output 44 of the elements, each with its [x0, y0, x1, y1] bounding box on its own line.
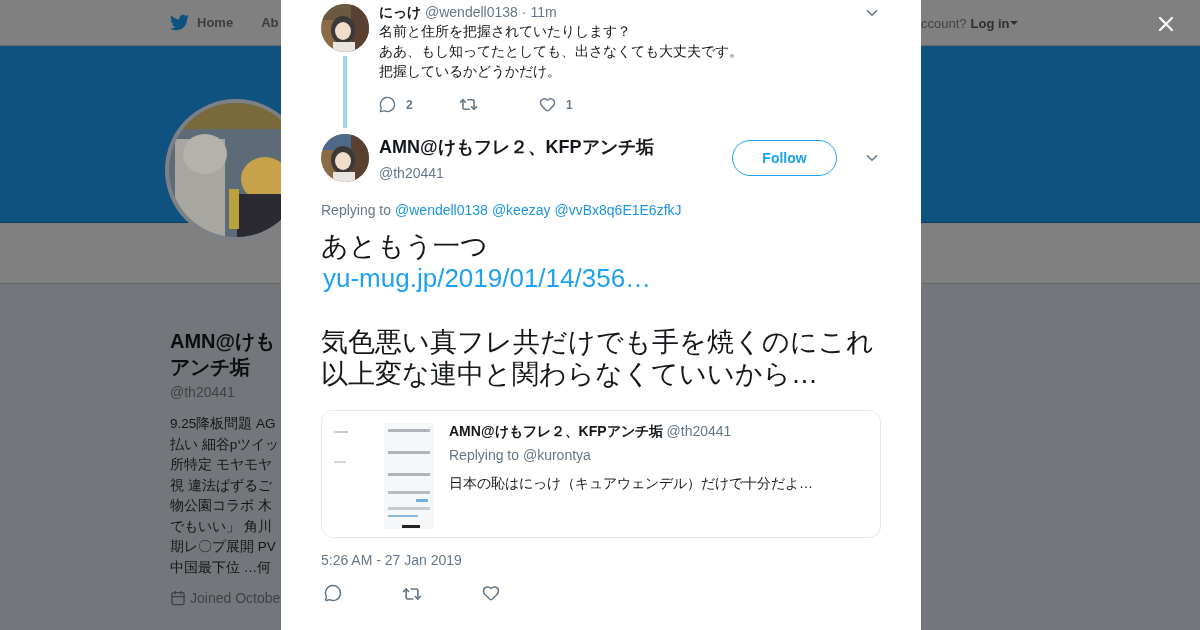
follow-button[interactable]: Follow	[732, 140, 837, 176]
tweet-text: 把握しているかどうかだけ。	[379, 62, 562, 81]
author-handle: @th20441	[379, 165, 445, 181]
profile-bio-line: 払い 細谷pツイッ	[170, 435, 281, 454]
tweet-text: ああ、もし知ってたとしても、出さなくても大丈夫です。	[379, 42, 744, 61]
login-prompt: ccount?	[921, 15, 967, 31]
profile-bio-line: 中国最下位 …何	[170, 558, 273, 577]
tweet-text: 名前と住所を把握されていたりします？	[379, 22, 632, 41]
calendar-icon	[170, 590, 186, 606]
quoted-text: 日本の恥はにっけ（キュアウェンデル）だけで十分だよ…	[449, 475, 813, 493]
profile-bio-line: でもいい」 角川	[170, 517, 273, 536]
reply-button[interactable]	[324, 584, 342, 604]
profile-bio-line: 9.25降板問題 AG	[170, 415, 277, 433]
profile-name: アンチ垢	[170, 355, 251, 380]
tweet-time: · 11m	[521, 4, 557, 20]
reply-count: 2	[406, 97, 413, 112]
profile-bio-line: 所特定 モヤモヤ	[170, 456, 273, 474]
author-name: AMN@けもフレ２、KFPアンチ垢	[449, 423, 663, 441]
author-handle: @th20441	[666, 423, 732, 441]
profile-bio-line: 期レ〇プ展開 PV	[170, 538, 277, 556]
nav-link[interactable]: Home	[170, 13, 234, 32]
replying-text: Replying to @kurontya	[449, 447, 592, 463]
mention-link[interactable]: @keezay	[491, 202, 551, 218]
nav-link[interactable]: Ab	[261, 15, 279, 30]
profile-bio-line: 視 違法ぱずるご	[170, 476, 273, 495]
login-link[interactable]: Log in	[970, 15, 1019, 31]
heart-icon[interactable]	[539, 96, 556, 113]
quoted-tweet-card[interactable]: AMN@けもフレ２、KFPアンチ垢 @th20441 Replying to @kurontya 日本の恥はにっけ（キュアウェンデル）だけで十分だよ…	[321, 410, 881, 538]
tweet-text: あともう一つ	[321, 230, 489, 262]
profile-bio-line: 物公園コラボ 木	[170, 497, 273, 515]
author-name: にっけ	[379, 4, 421, 22]
tweet-link[interactable]: yu-mug.jp/2019/01/14/356…	[321, 262, 652, 294]
reply-icon[interactable]	[379, 96, 396, 113]
like-count: 1	[566, 97, 573, 112]
tweet-timestamp: 5:26 AM - 27 Jan 2019	[321, 552, 463, 568]
author-name: AMN@けもフレ２、KFPアンチ垢	[379, 136, 654, 159]
profile-name: AMN@けも	[170, 329, 277, 354]
replying-label: Replying to	[321, 202, 392, 218]
tweet-text: 気色悪い真フレ共だけでも手を焼くのにこれ以上変な連中と関わらなくていいから…	[321, 326, 875, 390]
author-handle: @wendell0138	[425, 4, 518, 20]
bird-icon	[170, 13, 189, 32]
mention-link[interactable]: @wendell0138	[395, 202, 488, 218]
caret-icon	[1009, 20, 1019, 26]
mention-link[interactable]: @vvBx8q6E1E6zfkJ	[554, 202, 682, 218]
